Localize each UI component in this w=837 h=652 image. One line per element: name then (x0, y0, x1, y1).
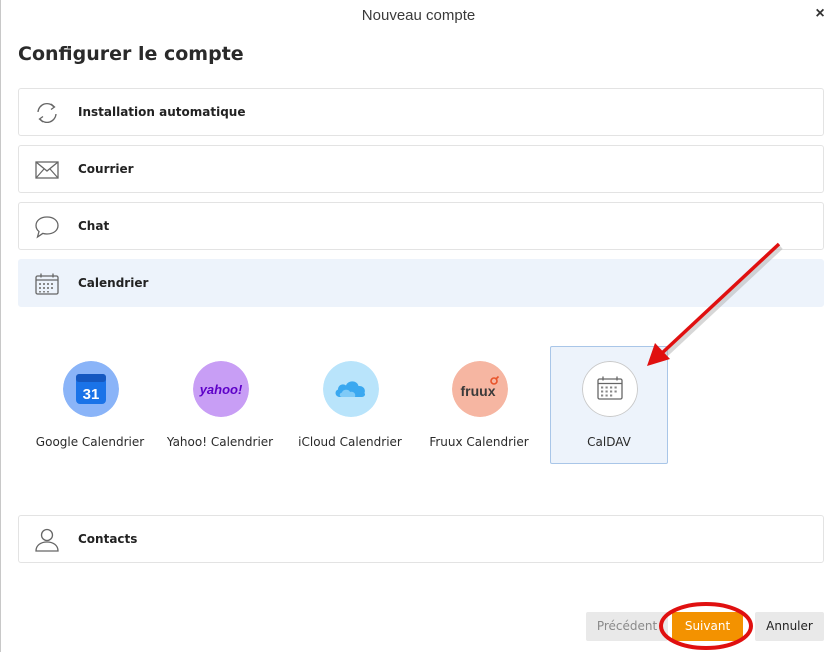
previous-button[interactable]: Précédent (586, 612, 668, 641)
window-title: Nouveau compte (361, 7, 476, 24)
option-label: Courrier (78, 162, 134, 176)
next-button[interactable]: Suivant (672, 612, 743, 641)
option-label: Calendrier (78, 276, 149, 290)
page-title: Configurer le compte (18, 43, 244, 65)
provider-google[interactable]: 31 Google Calendrier (31, 346, 149, 464)
option-label: Contacts (78, 532, 138, 546)
option-auto-setup[interactable]: Installation automatique (18, 88, 824, 136)
icloud-icon (323, 361, 379, 417)
yahoo-logo-icon: yahoo! (193, 361, 249, 417)
calendar-icon (35, 273, 59, 295)
caldav-calendar-icon (582, 361, 638, 417)
close-icon[interactable]: × (811, 5, 829, 23)
option-mail[interactable]: Courrier (18, 145, 824, 193)
yahoo-logo-text: yahoo! (199, 382, 243, 397)
envelope-icon (35, 161, 59, 179)
provider-icloud[interactable]: iCloud Calendrier (291, 346, 409, 464)
option-label: Chat (78, 219, 110, 233)
window-border (0, 0, 1, 652)
person-icon (35, 528, 59, 552)
provider-yahoo[interactable]: yahoo! Yahoo! Calendrier (161, 346, 279, 464)
provider-fruux[interactable]: fruux Fruux Calendrier (420, 346, 538, 464)
chat-bubble-icon (35, 216, 59, 239)
google-logo-text: 31 (83, 386, 100, 403)
option-label: Installation automatique (78, 105, 246, 119)
provider-label: CalDAV (587, 435, 631, 449)
option-chat[interactable]: Chat (18, 202, 824, 250)
sync-icon (37, 103, 57, 123)
fruux-logo-text: fruux (461, 383, 496, 399)
provider-caldav[interactable]: CalDAV (550, 346, 668, 464)
title-bar: Nouveau compte × (0, 0, 837, 32)
google-calendar-icon: 31 (63, 361, 119, 417)
cancel-button[interactable]: Annuler (755, 612, 824, 641)
option-contacts[interactable]: Contacts (18, 515, 824, 563)
fruux-logo-icon: fruux (452, 361, 508, 417)
option-calendar[interactable]: Calendrier (18, 259, 824, 307)
